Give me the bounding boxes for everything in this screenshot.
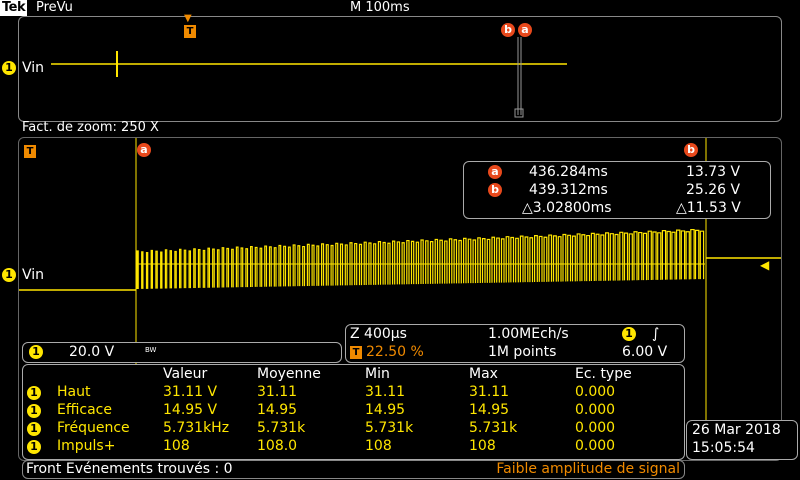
meas-row-channel-badge: 1 [27, 440, 41, 454]
meas-row-name: Haut [57, 384, 91, 400]
meas-stddev: 0.000 [575, 438, 616, 454]
date-display: 26 Mar 2018 [692, 422, 781, 438]
overview-cursor-a[interactable]: a [518, 23, 532, 37]
cursor-b-time: 439.312ms [529, 182, 608, 198]
cursor-a-time: 436.284ms [529, 164, 608, 180]
trigger-position-icon: T [350, 346, 362, 359]
main-channel-label: Vin [22, 267, 45, 283]
meas-mean: 5.731k [257, 420, 306, 436]
trigger-level: 6.00 V [622, 344, 668, 360]
time-display: 15:05:54 [692, 440, 755, 456]
cursor-b-top-marker[interactable]: b [684, 143, 698, 157]
meas-mean: 14.95 [257, 402, 298, 418]
meas-value: 108 [163, 438, 190, 454]
main-trigger-marker[interactable]: T [24, 145, 36, 158]
pwm-pulse-train [136, 228, 705, 289]
zoom-window-marker [514, 108, 524, 118]
cursor-readout-panel: a 436.284ms 13.73 V b 439.312ms 25.26 V … [463, 161, 771, 219]
vertical-scale: 20.0 V [69, 344, 115, 360]
meas-row-channel-badge: 1 [27, 386, 41, 400]
meas-stddev: 0.000 [575, 420, 616, 436]
meas-value: 14.95 V [163, 402, 218, 418]
brand-logo: Tek [0, 0, 28, 16]
meas-min: 5.731k [365, 420, 414, 436]
zoom-factor-label: Fact. de zoom: 250 X [22, 120, 159, 135]
zoom-timescale: Z 400µs [350, 326, 407, 342]
trigger-level-arrow[interactable]: ◀ [760, 258, 769, 272]
meas-header-mean: Moyenne [257, 366, 321, 382]
overview-channel-label: Vin [22, 60, 45, 76]
cursor-delta-volt: △11.53 V [676, 200, 741, 216]
overview-channel-1-marker[interactable]: 1 [2, 61, 16, 75]
datetime-panel: 26 Mar 2018 15:05:54 [686, 420, 798, 460]
cursor-b-volt: 25.26 V [686, 182, 741, 198]
status-bar: Front Evénements trouvés : 0 Faible ampl… [22, 460, 685, 479]
overview-waveform-svg [51, 37, 567, 118]
meas-max: 14.95 [469, 402, 510, 418]
meas-max: 31.11 [469, 384, 510, 400]
cursor-a-volt: 13.73 V [686, 164, 741, 180]
main-cursor-a-marker[interactable]: a [137, 143, 151, 157]
pulse-waveform [136, 228, 705, 289]
meas-min: 31.11 [365, 384, 406, 400]
channel-1-badge: 1 [29, 345, 43, 359]
meas-header-max: Max [469, 366, 498, 382]
sample-rate: 1.00MEch/s [488, 326, 569, 342]
meas-mean: 31.11 [257, 384, 298, 400]
meas-row-name: Impuls+ [57, 438, 116, 454]
overview-trigger-arrow: ▼ [184, 13, 192, 24]
meas-header-stddev: Ec. type [575, 366, 632, 382]
overview-cursor-b[interactable]: b [501, 23, 515, 37]
meas-row-name: Fréquence [57, 420, 130, 436]
meas-value: 31.11 V [163, 384, 218, 400]
meas-header-value: Valeur [163, 366, 208, 382]
acquisition-mode: PreVu [36, 0, 73, 15]
overview-trigger-marker[interactable]: T [184, 25, 196, 38]
meas-max: 5.731k [469, 420, 518, 436]
record-length: 1M points [488, 344, 557, 360]
readout-cursor-a-badge: a [488, 165, 502, 179]
meas-header-min: Min [365, 366, 390, 382]
main-channel-1-marker[interactable]: 1 [2, 268, 16, 282]
timebase-readout: M 100ms [350, 0, 410, 15]
overview-waveform-panel[interactable] [18, 16, 782, 122]
trigger-source-badge: 1 [622, 327, 636, 341]
meas-min: 108 [365, 438, 392, 454]
cursor-delta-time: △3.02800ms [522, 200, 612, 216]
channel-scale-panel[interactable]: 1 20.0 V BW [22, 342, 342, 363]
measurements-panel[interactable]: Valeur Moyenne Min Max Ec. type 1 Haut 3… [22, 364, 685, 460]
meas-value: 5.731kHz [163, 420, 230, 436]
meas-mean: 108.0 [257, 438, 298, 454]
meas-min: 14.95 [365, 402, 406, 418]
events-found-status: Front Evénements trouvés : 0 [26, 461, 233, 477]
bandwidth-limit-icon: BW [145, 346, 157, 354]
meas-row-name: Efficace [57, 402, 112, 418]
readout-cursor-b-badge: b [488, 183, 502, 197]
meas-row-channel-badge: 1 [27, 404, 41, 418]
meas-stddev: 0.000 [575, 402, 616, 418]
trigger-slope-icon: ∫ [652, 326, 660, 342]
trigger-position: 22.50 % [366, 344, 424, 360]
meas-row-channel-badge: 1 [27, 422, 41, 436]
signal-warning: Faible amplitude de signal [496, 461, 680, 477]
meas-max: 108 [469, 438, 496, 454]
horizontal-trigger-panel[interactable]: Z 400µs 1.00MEch/s 1 ∫ T 22.50 % 1M poin… [345, 324, 685, 363]
meas-stddev: 0.000 [575, 384, 616, 400]
status-header: Tek PreVu M 100ms [0, 0, 800, 16]
